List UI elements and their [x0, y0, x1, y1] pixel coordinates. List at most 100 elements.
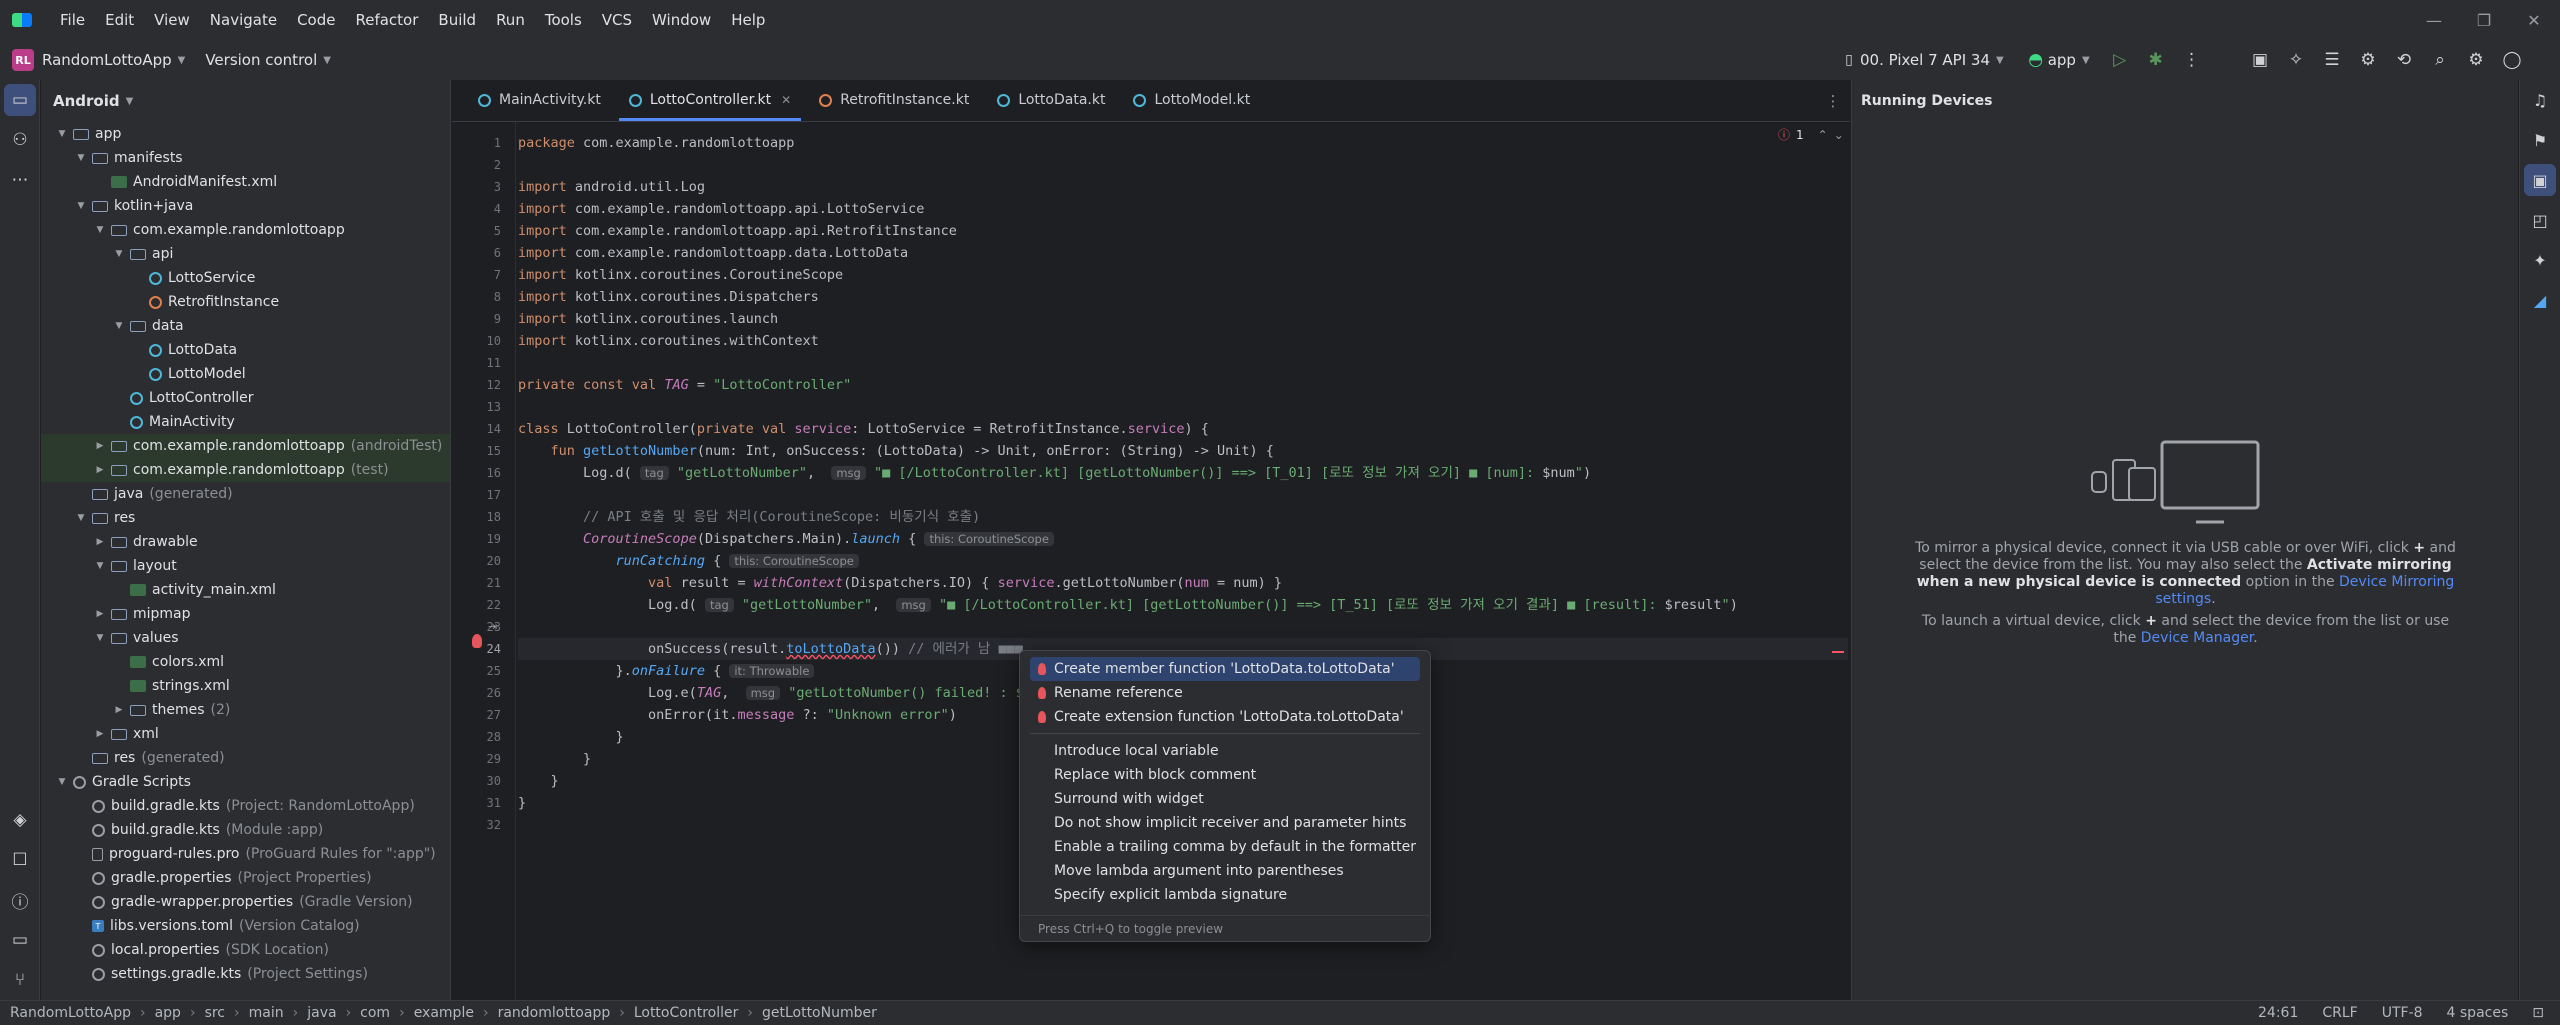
code-line[interactable]: onError(it.message ?: "Unknown error")	[518, 704, 957, 726]
menu-item-view[interactable]: View	[144, 0, 200, 40]
collapse-arrow-icon[interactable]: ▶	[93, 729, 107, 739]
terminal-icon[interactable]: ▭	[0, 920, 40, 960]
intention-item[interactable]: Rename reference	[1030, 681, 1420, 705]
tree-item[interactable]: ▼ com.example.randomlottoapp	[41, 218, 450, 242]
tree-item[interactable]: ▶ xml	[41, 722, 450, 746]
collapse-arrow-icon[interactable]: ▶	[93, 441, 107, 451]
tree-item[interactable]: activity_main.xml	[41, 578, 450, 602]
expand-arrow-icon[interactable]: ▼	[93, 225, 107, 235]
tree-item[interactable]: ▶ drawable	[41, 530, 450, 554]
gemini-tool-icon[interactable]: ✦	[2520, 240, 2560, 280]
code-line[interactable]: import com.example.randomlottoapp.api.Re…	[518, 220, 957, 242]
expand-arrow-icon[interactable]: ▼	[74, 201, 88, 211]
code-line[interactable]: fun getLottoNumber(num: Int, onSuccess: …	[518, 440, 1274, 462]
collapse-arrow-icon[interactable]: ▶	[112, 705, 126, 715]
intention-item[interactable]: Introduce local variable	[1030, 739, 1420, 763]
problems-indicator[interactable]: ⓘ 1 ⌃ ⌄	[1778, 126, 1844, 143]
menu-item-help[interactable]: Help	[721, 0, 775, 40]
tab-lottocontroller[interactable]: LottoController.kt ✕	[615, 79, 805, 121]
breadcrumb-item[interactable]: example	[414, 1005, 474, 1021]
arrow-up-icon[interactable]: ⌃	[1818, 128, 1828, 142]
debug-icon[interactable]: ✱	[2138, 40, 2174, 80]
collapse-arrow-icon[interactable]: ▶	[93, 609, 107, 619]
code-line[interactable]: package com.example.randomlottoapp	[518, 132, 794, 154]
search-icon[interactable]: ⌕	[2422, 40, 2458, 80]
tree-item[interactable]: res (generated)	[41, 746, 450, 770]
tree-item[interactable]: LottoController	[41, 386, 450, 410]
expand-arrow-icon[interactable]: ▼	[74, 153, 88, 163]
code-line[interactable]: runCatching { this: CoroutineScope	[518, 550, 859, 572]
code-line[interactable]: Log.e(TAG, msg "getLottoNumber() failed!…	[518, 682, 1032, 704]
code-line[interactable]: import kotlinx.coroutines.CoroutineScope	[518, 264, 843, 286]
notifications-icon[interactable]: ♫	[2520, 80, 2560, 120]
tree-item[interactable]: AndroidManifest.xml	[41, 170, 450, 194]
menu-item-build[interactable]: Build	[428, 0, 486, 40]
expand-arrow-icon[interactable]: ▼	[93, 633, 107, 643]
tree-item[interactable]: ▼ Gradle Scripts	[41, 770, 450, 794]
tree-item[interactable]: ▼ manifests	[41, 146, 450, 170]
project-tool-icon[interactable]: ▭	[4, 84, 36, 116]
run-icon[interactable]: ▷	[2102, 40, 2138, 80]
menu-item-code[interactable]: Code	[287, 0, 345, 40]
collapse-arrow-icon[interactable]: ▶	[93, 465, 107, 475]
tree-item[interactable]: ▶ mipmap	[41, 602, 450, 626]
tree-item[interactable]: ▼ api	[41, 242, 450, 266]
expand-arrow-icon[interactable]: ▼	[112, 321, 126, 331]
breadcrumb-item[interactable]: randomlottoapp	[498, 1005, 611, 1021]
code-line[interactable]: }	[518, 770, 559, 792]
tree-item[interactable]: colors.xml	[41, 650, 450, 674]
menu-item-navigate[interactable]: Navigate	[200, 0, 287, 40]
tree-item[interactable]: ▼ res	[41, 506, 450, 530]
sync-icon[interactable]: ☰	[2314, 40, 2350, 80]
tree-item[interactable]: LottoData	[41, 338, 450, 362]
tree-item[interactable]: ▼ values	[41, 626, 450, 650]
code-line[interactable]: Log.d( tag "getLottoNumber", msg "■ [/Lo…	[518, 594, 1738, 616]
intention-item[interactable]: Do not show implicit receiver and parame…	[1030, 811, 1420, 835]
tree-item[interactable]: proguard-rules.pro (ProGuard Rules for ":…	[41, 842, 450, 866]
close-icon[interactable]: ✕	[2510, 0, 2558, 40]
file-encoding[interactable]: UTF-8	[2382, 1005, 2423, 1021]
breadcrumb-item[interactable]: src	[205, 1005, 225, 1021]
gradle-sync-icon[interactable]: ⟲	[2386, 40, 2422, 80]
caret-position[interactable]: 24:61	[2258, 1005, 2298, 1021]
resource-manager-icon[interactable]: ⚇	[0, 120, 40, 160]
tree-item[interactable]: LottoService	[41, 266, 450, 290]
code-line[interactable]: }	[518, 726, 624, 748]
expand-arrow-icon[interactable]: ▼	[93, 561, 107, 571]
expand-arrow-icon[interactable]: ▼	[74, 513, 88, 523]
running-devices-icon[interactable]: ▣	[2524, 164, 2556, 196]
code-line[interactable]: }.onFailure { it: Throwable	[518, 660, 815, 682]
menu-item-edit[interactable]: Edit	[95, 0, 144, 40]
tab-lottodata[interactable]: LottoData.kt	[983, 79, 1119, 121]
emulator-icon[interactable]: ◰	[2520, 200, 2560, 240]
maximize-icon[interactable]: ❐	[2460, 0, 2508, 40]
tree-item[interactable]: ▶ com.example.randomlottoapp (test)	[41, 458, 450, 482]
code-line[interactable]: class LottoController(private val servic…	[518, 418, 1209, 440]
arrow-down-icon[interactable]: ⌄	[1834, 128, 1844, 142]
intention-item[interactable]: Enable a trailing comma by default in th…	[1030, 835, 1420, 859]
intention-item[interactable]: Create extension function 'LottoData.toL…	[1030, 705, 1420, 729]
tree-item[interactable]: build.gradle.kts (Module :app)	[41, 818, 450, 842]
more-icon[interactable]: ⋮	[2174, 40, 2210, 80]
run-config-selector[interactable]: app	[2048, 51, 2076, 69]
code-line[interactable]: }	[518, 748, 591, 770]
minimize-icon[interactable]: —	[2410, 0, 2458, 40]
intention-item[interactable]: Move lambda argument into parentheses	[1030, 859, 1420, 883]
tab-lottomodel[interactable]: LottoModel.kt	[1119, 79, 1264, 121]
tree-item[interactable]: ▶ themes (2)	[41, 698, 450, 722]
menu-item-file[interactable]: File	[50, 0, 95, 40]
tree-item[interactable]: ▼ app	[41, 122, 450, 146]
intention-item[interactable]: Surround with widget	[1030, 787, 1420, 811]
tree-item[interactable]: Tlibs.versions.toml (Version Catalog)	[41, 914, 450, 938]
device-selector[interactable]: 00. Pixel 7 API 34	[1860, 51, 1990, 69]
breadcrumb-item[interactable]: app	[155, 1005, 181, 1021]
tree-item[interactable]: gradle.properties (Project Properties)	[41, 866, 450, 890]
code-line[interactable]: import kotlinx.coroutines.withContext	[518, 330, 819, 352]
more-tools-icon[interactable]: ⋯	[0, 160, 40, 200]
intention-item[interactable]: Create member function 'LottoData.toLott…	[1030, 657, 1420, 681]
tree-item[interactable]: build.gradle.kts (Project: RandomLottoApp…	[41, 794, 450, 818]
tab-menu-icon[interactable]: ⋮	[1816, 80, 1850, 122]
code-line[interactable]: // API 호출 및 응답 처리(CoroutineScope: 비동기식 호…	[518, 506, 980, 528]
tree-item[interactable]: strings.xml	[41, 674, 450, 698]
tree-item[interactable]: ▼ layout	[41, 554, 450, 578]
